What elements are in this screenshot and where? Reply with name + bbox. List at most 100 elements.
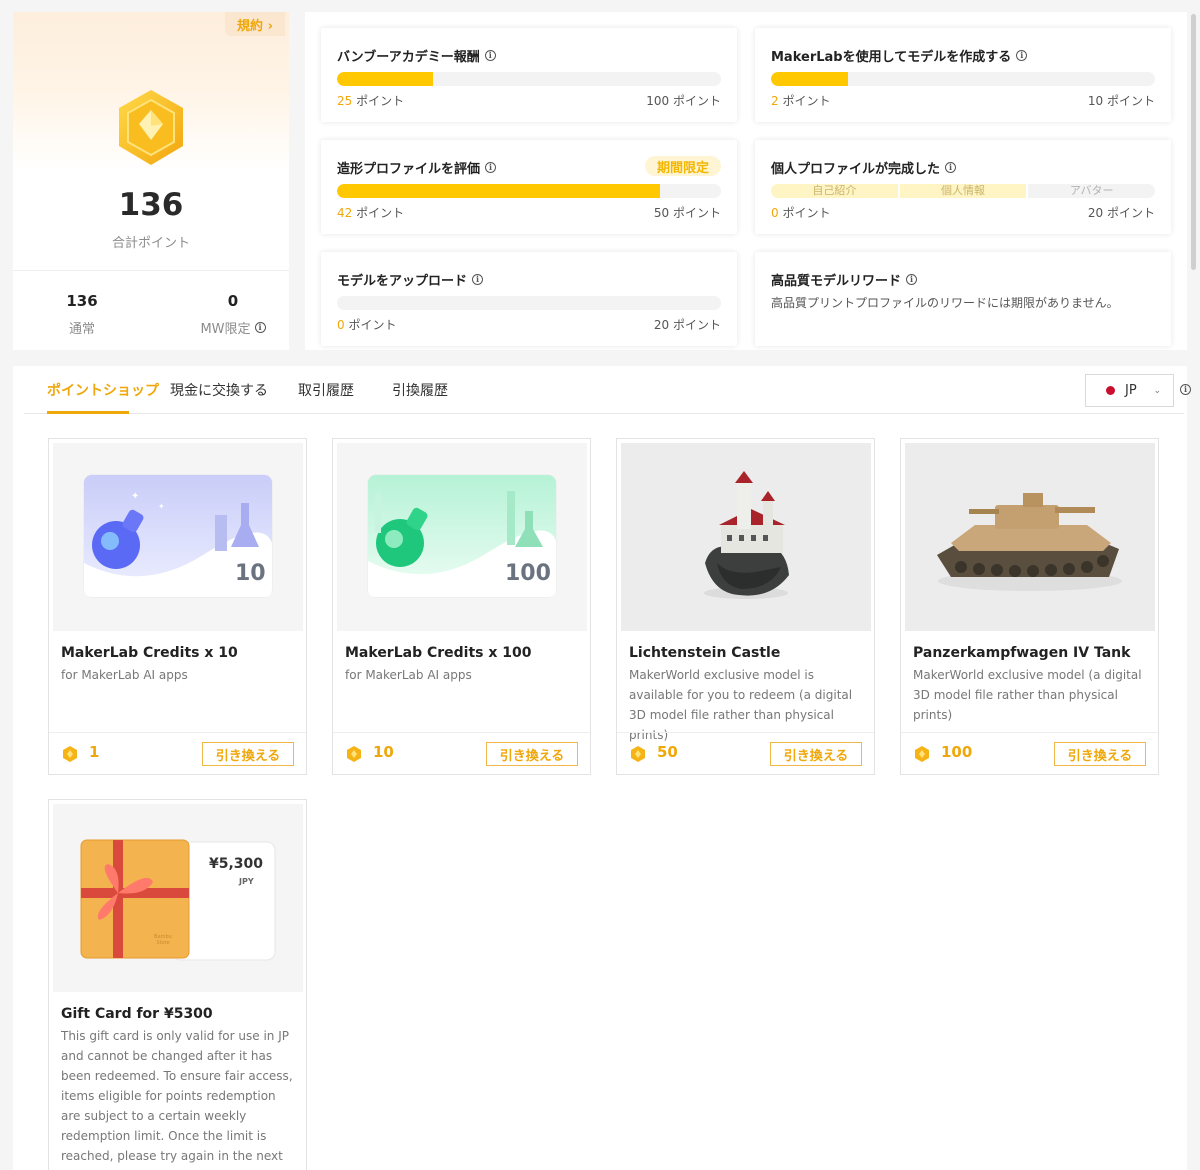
- redeem-button[interactable]: 引き換える: [202, 742, 294, 766]
- tab-redemption-history[interactable]: 引換履歴: [392, 380, 448, 400]
- product-price: 10: [373, 743, 394, 761]
- card-number: 100: [505, 561, 551, 586]
- mw-points-value: 0: [227, 292, 239, 310]
- progress-bar: [771, 72, 1155, 86]
- chevron-down-icon: ⌄: [1153, 386, 1161, 396]
- limited-time-badge: 期間限定: [644, 156, 721, 176]
- gift-card-image: [80, 839, 276, 961]
- info-icon[interactable]: i: [472, 274, 484, 285]
- task-title: モデルをアップロード: [337, 274, 468, 289]
- active-tab-indicator: [47, 411, 129, 414]
- task-academy: バンブーアカデミー報酬 i 25 ポイント 100 ポイント: [321, 28, 737, 122]
- info-icon[interactable]: i: [484, 50, 496, 61]
- product-footer: 50 引き換える: [617, 732, 874, 774]
- current-points: 25: [337, 94, 353, 108]
- task-title: 個人プロファイルが完成した: [771, 162, 941, 177]
- progress-bar: [337, 184, 721, 198]
- redeem-button[interactable]: 引き換える: [1054, 742, 1146, 766]
- max-points: 100 ポイント: [646, 94, 721, 108]
- points-unit: ポイント: [352, 206, 405, 220]
- current-points: 0: [337, 318, 345, 332]
- castle-model-image: [704, 471, 789, 599]
- task-rate-profile: 造形プロファイルを評価 i 期間限定 42 ポイント 50 ポイント: [321, 140, 737, 234]
- points-coin-icon: [631, 746, 645, 762]
- product-footer: 100 引き換える: [901, 732, 1158, 774]
- task-note: 高品質プリントプロファイルのリワードには期限がありません。: [771, 296, 1119, 310]
- info-icon[interactable]: i: [906, 274, 918, 285]
- product-name: Panzerkampfwagen IV Tank: [913, 645, 1131, 661]
- tab-transaction-history[interactable]: 取引履歴: [298, 380, 354, 400]
- product-footer: 1 引き換える: [49, 732, 306, 774]
- rules-link[interactable]: 規約 ›: [225, 12, 285, 36]
- product-price: 100: [941, 743, 973, 761]
- progress-fill: [337, 72, 433, 86]
- product-card[interactable]: Lichtenstein Castle MakerWorld exclusive…: [616, 438, 875, 775]
- tank-model-image: [937, 493, 1122, 591]
- credits-card-image: [367, 474, 557, 598]
- normal-points-value: 136: [66, 292, 98, 310]
- product-image: ¥5,300 JPY Bambu Store: [53, 804, 303, 992]
- card-number: 10: [235, 561, 266, 586]
- points-coin-icon: [63, 746, 77, 762]
- segmented-progress-bar: 自己紹介 個人情報 アバター: [771, 184, 1156, 198]
- product-card[interactable]: ¥5,300 JPY Bambu Store Gift Card for ¥53…: [48, 799, 307, 1170]
- product-card[interactable]: 100 MakerLab Credits x 100 for MakerLab …: [332, 438, 591, 775]
- points-unit: ポイント: [778, 94, 831, 108]
- task-title: 造形プロファイルを評価: [337, 162, 481, 177]
- card-amount: ¥5,300: [209, 856, 264, 872]
- redeem-button[interactable]: 引き換える: [486, 742, 578, 766]
- product-image: 100: [337, 443, 587, 631]
- product-name: Gift Card for ¥5300: [61, 1006, 213, 1022]
- progress-fill: [771, 72, 848, 86]
- task-title: バンブーアカデミー報酬: [337, 50, 480, 65]
- current-points: 42: [337, 206, 353, 220]
- product-footer: 10 引き換える: [333, 732, 590, 774]
- product-description: for MakerLab AI apps: [345, 668, 472, 682]
- task-upload-model: モデルをアップロード i 0 ポイント 20 ポイント: [321, 252, 737, 346]
- total-points: 136: [118, 187, 184, 223]
- points-unit: ポイント: [778, 206, 831, 220]
- info-icon[interactable]: i: [254, 322, 266, 333]
- credits-card-image: ✦ ✦: [83, 474, 273, 598]
- info-icon[interactable]: i: [1180, 384, 1191, 395]
- max-points: 20 ポイント: [653, 318, 721, 332]
- task-hq-reward: 高品質モデルリワード i 高品質プリントプロファイルのリワードには期限がありません…: [755, 252, 1171, 346]
- redeem-button[interactable]: 引き換える: [770, 742, 862, 766]
- product-description: for MakerLab AI apps: [61, 668, 188, 682]
- current-points: 0: [771, 206, 779, 220]
- page-scrollbar[interactable]: [1191, 14, 1196, 270]
- points-coin-icon: [915, 746, 929, 762]
- svg-text:✦: ✦: [131, 491, 139, 502]
- progress-bar: [337, 72, 721, 86]
- product-card[interactable]: Panzerkampfwagen IV Tank MakerWorld excl…: [900, 438, 1159, 775]
- max-points: 20 ポイント: [1087, 206, 1155, 220]
- product-image: ✦ ✦ 10: [53, 443, 303, 631]
- product-card[interactable]: ✦ ✦ 10 MakerLab Credits x 10 for MakerLa…: [48, 438, 307, 775]
- region-value: JP: [1125, 383, 1137, 398]
- task-title: 高品質モデルリワード: [771, 274, 902, 289]
- info-icon[interactable]: i: [1016, 50, 1028, 61]
- normal-points-label: 通常: [68, 322, 95, 337]
- product-name: MakerLab Credits x 10: [61, 645, 238, 661]
- task-title: MakerLabを使用してモデルを作成する: [771, 50, 1012, 65]
- product-name: MakerLab Credits x 100: [345, 645, 532, 661]
- card-brand: Bambu Store: [154, 934, 172, 946]
- mw-points-stat: 0 MW限定 i: [164, 292, 289, 337]
- points-summary-card: 規約 › 136 合計ポイント 136 通常 0 MW限定 i: [13, 12, 289, 350]
- card-currency: JPY: [239, 877, 254, 886]
- points-medal-icon: [119, 90, 183, 165]
- points-shop-panel: ポイントショップ 現金に交換する 取引履歴 引換履歴 JP ⌄ i ✦ ✦ 10…: [13, 366, 1191, 1170]
- task-personal-profile: 個人プロファイルが完成した i 自己紹介 個人情報 アバター 0 ポイント 20 …: [755, 140, 1171, 234]
- tab-points-shop[interactable]: ポイントショップ: [47, 380, 159, 400]
- summary-divider: [13, 270, 289, 271]
- product-image: [905, 443, 1155, 631]
- svg-text:✦: ✦: [158, 502, 165, 511]
- info-icon[interactable]: i: [945, 162, 957, 173]
- progress-bar: [337, 296, 721, 310]
- info-icon[interactable]: i: [485, 162, 497, 173]
- tab-exchange-cash[interactable]: 現金に交換する: [170, 380, 268, 400]
- total-points-label: 合計ポイント: [111, 236, 190, 251]
- max-points: 10 ポイント: [1087, 94, 1155, 108]
- region-select[interactable]: JP ⌄: [1085, 374, 1174, 407]
- segment-avatar: アバター: [1028, 184, 1156, 198]
